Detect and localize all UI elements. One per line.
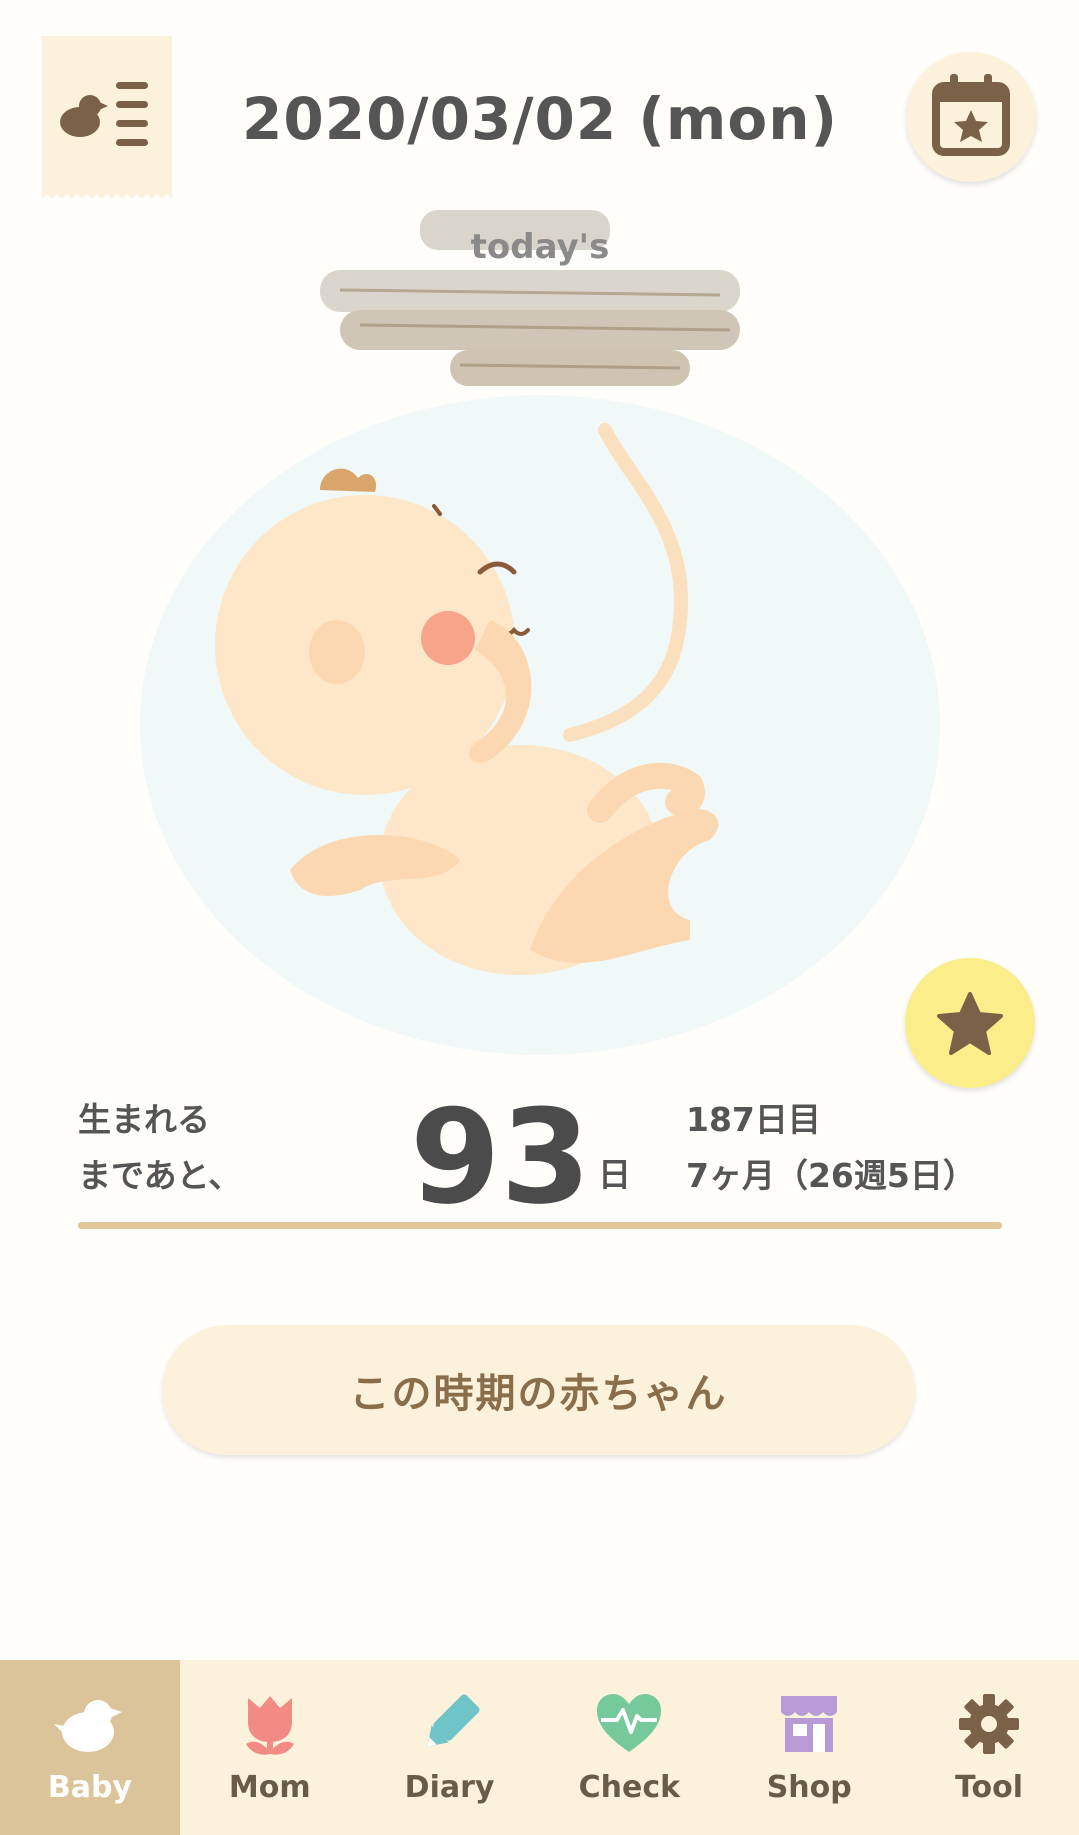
baby-this-period-button[interactable]: この時期の赤ちゃん [162,1325,915,1455]
until-birth-label: 生まれる まであと、 [78,1092,338,1204]
tab-label: Diary [404,1770,495,1805]
gear-icon [959,1694,1020,1754]
current-date: 2020/03/02 (mon) [242,85,838,153]
bird-list-icon [60,82,148,146]
days-unit: 日 [598,1155,631,1194]
tab-label: Baby [47,1770,132,1805]
divider [78,1222,1002,1229]
until-line-2: まであと、 [78,1156,242,1195]
calendar-button[interactable] [906,52,1036,182]
pencil-icon [426,1694,480,1747]
tab-mom[interactable]: Mom [180,1660,360,1835]
tab-label: Shop [766,1770,852,1805]
tab-label: Check [578,1770,681,1805]
shop-icon [781,1696,838,1752]
tab-shop[interactable]: Shop [719,1660,899,1835]
tab-diary[interactable]: Diary [360,1660,540,1835]
tab-label: Mom [228,1770,311,1805]
until-line-1: 生まれる [78,1100,210,1139]
tab-baby[interactable]: Baby [0,1660,180,1835]
tulip-icon [245,1696,294,1755]
today-label: today's [470,227,610,267]
tab-check[interactable]: Check [539,1660,719,1835]
star-icon [937,992,1003,1055]
tab-label: Tool [955,1770,1024,1805]
calendar-star-icon [932,74,1010,156]
month-week: 7ヶ月（26週5日） [686,1156,976,1195]
bird-icon [53,1700,122,1752]
favorite-button[interactable] [905,958,1035,1088]
day-count: 187日目 [686,1100,821,1139]
pregnancy-progress: 187日目 7ヶ月（26週5日） [686,1092,1016,1204]
fetus-illustration [130,390,950,1070]
bottom-tab-bar: Baby Mom Diary Check Shop Tool [0,1660,1079,1835]
menu-button[interactable] [42,36,172,202]
tab-tool[interactable]: Tool [899,1660,1079,1835]
heartbeat-icon [597,1694,662,1752]
days-remaining: 93 [410,1081,591,1233]
